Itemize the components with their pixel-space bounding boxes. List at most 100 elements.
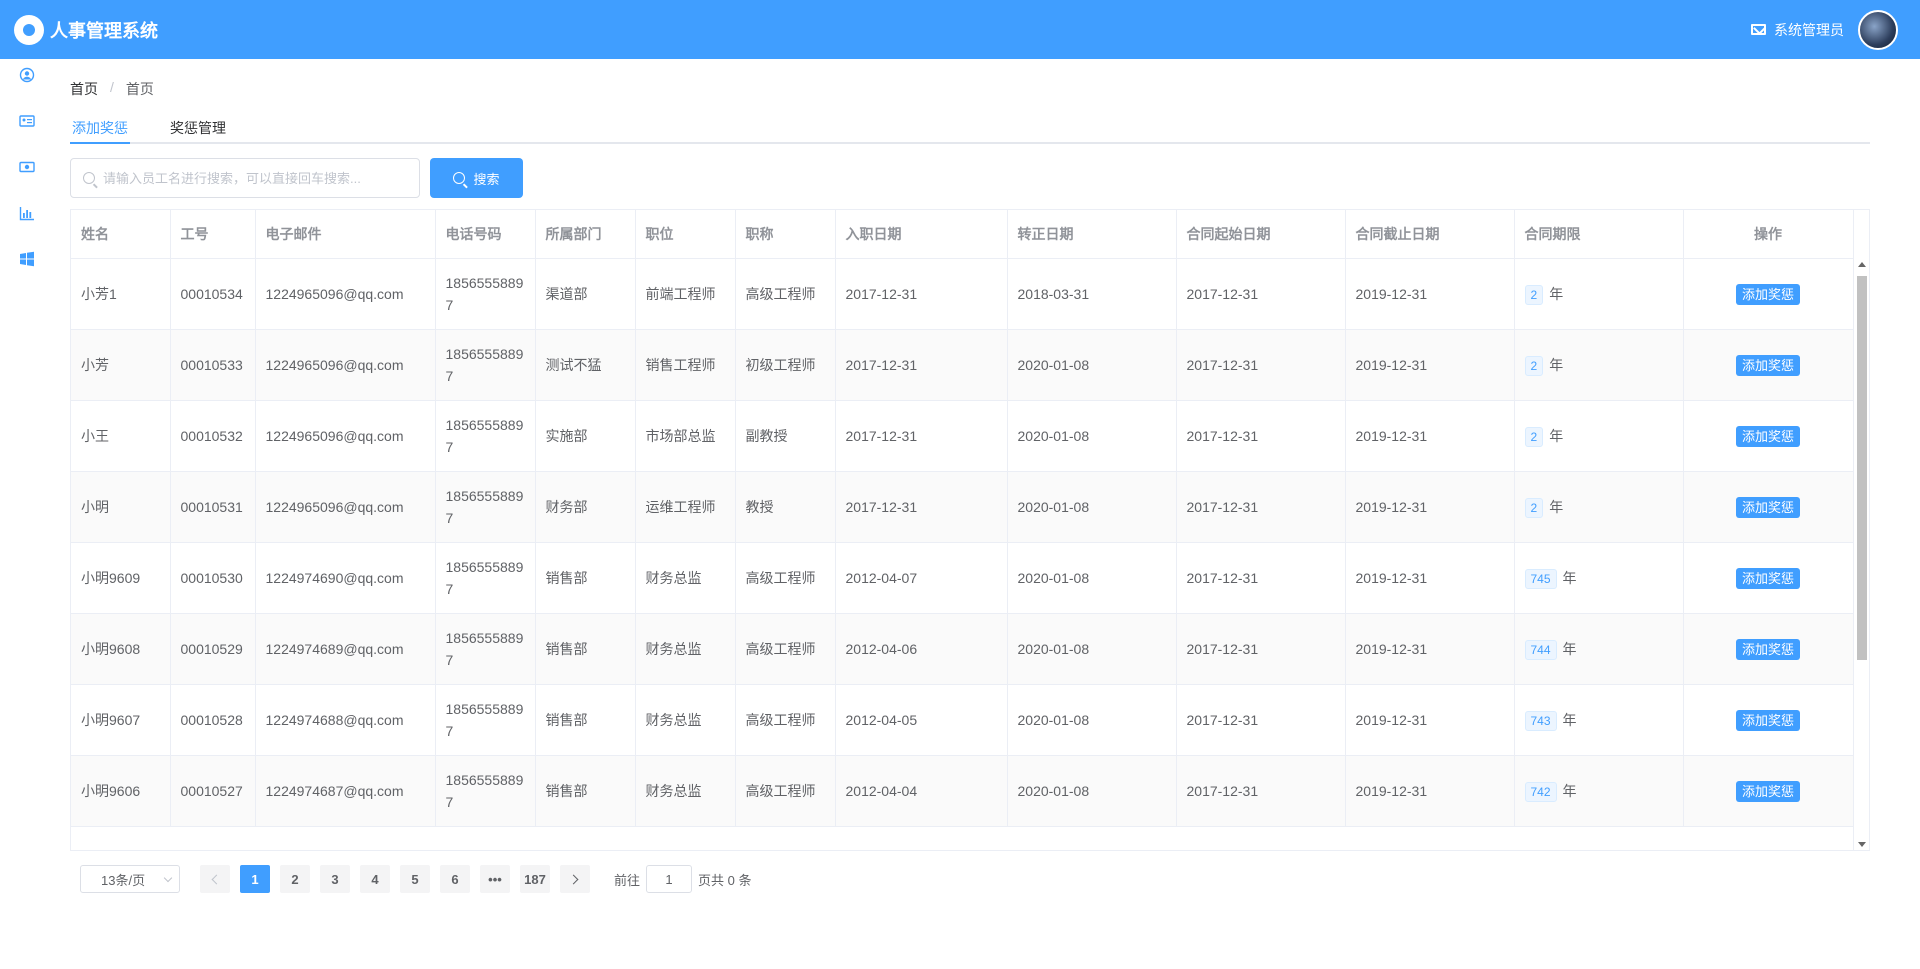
id-card-icon[interactable]	[19, 113, 35, 127]
chevron-right-icon	[568, 874, 579, 884]
table-cell: 2020-01-08	[1007, 471, 1177, 543]
add-reward-button[interactable]: 添加奖惩	[1735, 780, 1800, 802]
goto-page: 前往 页共 0 条	[614, 865, 751, 893]
windows-icon[interactable]	[19, 251, 35, 267]
page-number-button[interactable]: 4	[360, 865, 390, 893]
operation-cell: 添加奖惩	[1683, 471, 1854, 543]
page-number-button[interactable]: 3	[320, 865, 350, 893]
table-cell: 2017-12-31	[1176, 329, 1346, 401]
table-cell: 初级工程师	[735, 329, 836, 401]
scroll-thumb[interactable]	[1857, 276, 1867, 660]
tab-add-reward[interactable]: 添加奖惩	[70, 114, 130, 144]
table-cell: 销售部	[535, 613, 636, 685]
table-cell: 00010529	[170, 613, 256, 685]
tab-reward-management[interactable]: 奖惩管理	[168, 114, 228, 142]
table-cell: 小明9606	[71, 755, 171, 827]
operation-cell: 添加奖惩	[1683, 258, 1854, 330]
contract-term-tag: 742	[1524, 781, 1557, 802]
contract-term-cell: 2年	[1514, 400, 1684, 472]
table-cell: 2012-04-04	[835, 755, 1008, 827]
page-number-button[interactable]: 2	[280, 865, 310, 893]
pagination: 13条/页 123456 ••• 187 前往 页共 0 条	[80, 865, 751, 893]
table-cell: 教授	[735, 471, 836, 543]
table-cell: 2017-12-31	[835, 329, 1008, 401]
contract-term-tag: 2	[1524, 284, 1544, 305]
page-size-select[interactable]: 13条/页	[80, 865, 180, 893]
table-cell: 2019-12-31	[1345, 258, 1515, 330]
year-unit: 年	[1549, 285, 1564, 302]
table-cell: 2020-01-08	[1007, 542, 1177, 614]
app-title: 人事管理系统	[50, 20, 158, 41]
table-cell: 00010530	[170, 542, 256, 614]
table-cell: 2019-12-31	[1345, 542, 1515, 614]
more-pages-button[interactable]: •••	[480, 865, 510, 893]
vertical-scrollbar[interactable]	[1853, 258, 1869, 850]
table-cell: 高级工程师	[735, 613, 836, 685]
table-cell: 渠道部	[535, 258, 636, 330]
table-cell: 18565558897	[435, 542, 536, 614]
eye-icon[interactable]	[19, 159, 35, 173]
page-number-button[interactable]: 5	[400, 865, 430, 893]
column-header: 入职日期	[835, 210, 1008, 259]
add-reward-button[interactable]: 添加奖惩	[1735, 496, 1800, 518]
table-cell: 2012-04-07	[835, 542, 1008, 614]
table-cell: 小明9609	[71, 542, 171, 614]
year-unit: 年	[1549, 356, 1564, 373]
breadcrumb-separator: /	[110, 79, 114, 95]
table-cell: 18565558897	[435, 755, 536, 827]
total-label: 页共 0 条	[698, 872, 752, 888]
goto-page-input[interactable]	[646, 865, 693, 893]
operation-cell: 添加奖惩	[1683, 329, 1854, 401]
table-cell: 00010528	[170, 684, 256, 756]
add-reward-button[interactable]: 添加奖惩	[1735, 709, 1800, 731]
user-name[interactable]: 系统管理员	[1774, 20, 1844, 40]
table-cell: 小王	[71, 400, 171, 472]
table-cell: 2020-01-08	[1007, 613, 1177, 685]
page-number-button[interactable]: 1	[240, 865, 270, 893]
table-cell: 18565558897	[435, 258, 536, 330]
add-reward-button[interactable]: 添加奖惩	[1735, 425, 1800, 447]
year-unit: 年	[1562, 711, 1577, 728]
column-header: 工号	[170, 210, 256, 259]
table-cell: 销售部	[535, 755, 636, 827]
page-number-button[interactable]: 6	[440, 865, 470, 893]
table-cell: 小明9608	[71, 613, 171, 685]
scroll-up-icon[interactable]	[1858, 262, 1866, 267]
user-menu[interactable]: 系统管理员	[1751, 20, 1844, 40]
add-reward-button[interactable]: 添加奖惩	[1735, 283, 1800, 305]
column-header: 所属部门	[535, 210, 636, 259]
column-header: 操作	[1683, 210, 1854, 259]
page-number-button[interactable]: 187	[520, 865, 550, 893]
table-cell: 财务总监	[635, 613, 736, 685]
table-cell: 1224974687@qq.com	[255, 755, 436, 827]
table-cell: 18565558897	[435, 471, 536, 543]
table-cell: 00010531	[170, 471, 256, 543]
operation-cell: 添加奖惩	[1683, 542, 1854, 614]
add-reward-button[interactable]: 添加奖惩	[1735, 567, 1800, 589]
bar-chart-icon[interactable]	[19, 205, 35, 221]
search-button[interactable]: 搜索	[430, 158, 523, 198]
prev-page-button[interactable]	[200, 865, 230, 893]
table-cell: 2017-12-31	[1176, 755, 1346, 827]
table-row: 小明9606 00010527 1224974687@qq.com 185655588…	[71, 755, 1854, 827]
user-icon[interactable]	[19, 67, 35, 83]
goto-label: 前往	[614, 872, 641, 888]
search-input[interactable]	[103, 170, 403, 186]
next-page-button[interactable]	[560, 865, 590, 893]
add-reward-button[interactable]: 添加奖惩	[1735, 354, 1800, 376]
operation-cell: 添加奖惩	[1683, 613, 1854, 685]
add-reward-button[interactable]: 添加奖惩	[1735, 638, 1800, 660]
table-cell: 18565558897	[435, 684, 536, 756]
table-cell: 1224965096@qq.com	[255, 329, 436, 401]
avatar[interactable]	[1858, 9, 1898, 50]
table-cell: 2018-03-31	[1007, 258, 1177, 330]
breadcrumb-root[interactable]: 首页	[70, 79, 98, 99]
table-cell: 2017-12-31	[835, 400, 1008, 472]
table-cell: 高级工程师	[735, 684, 836, 756]
scroll-down-icon[interactable]	[1858, 842, 1866, 847]
search-icon	[83, 172, 95, 184]
table-cell: 2019-12-31	[1345, 755, 1515, 827]
table-cell: 18565558897	[435, 613, 536, 685]
table-cell: 实施部	[535, 400, 636, 472]
year-unit: 年	[1562, 640, 1577, 657]
